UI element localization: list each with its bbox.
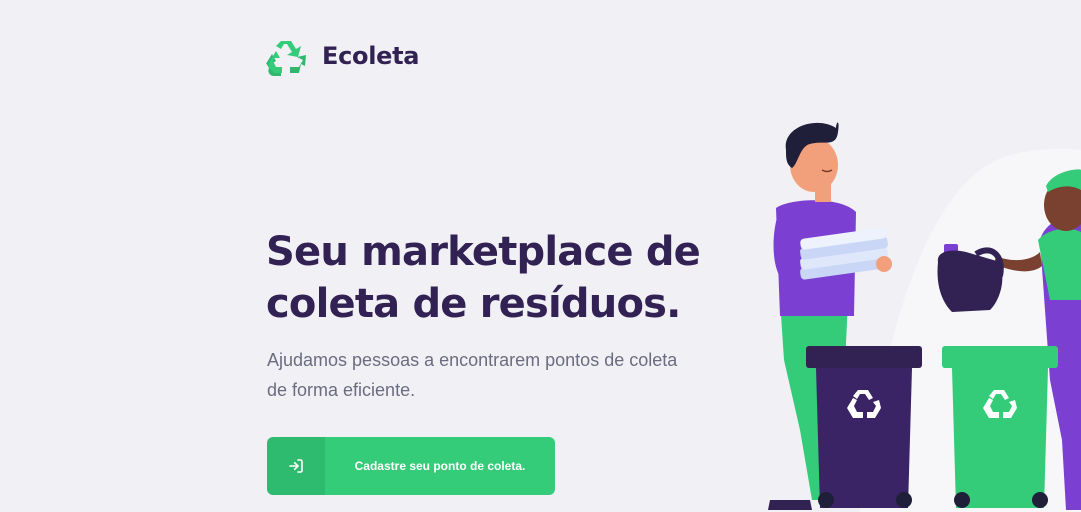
description-line-2: de forma eficiente. bbox=[267, 380, 416, 400]
title-line-1: Seu marketplace de bbox=[266, 229, 701, 275]
header: Ecoleta bbox=[266, 36, 419, 76]
register-collection-point-button[interactable]: Cadastre seu ponto de coleta. bbox=[267, 437, 555, 495]
recycling-people-illustration bbox=[768, 122, 1081, 510]
cta-label: Cadastre seu ponto de coleta. bbox=[354, 459, 526, 473]
title-line-2: coleta de resíduos. bbox=[266, 281, 681, 327]
brand-name: Ecoleta bbox=[322, 42, 420, 70]
log-in-icon bbox=[267, 437, 325, 495]
description-line-1: Ajudamos pessoas a encontrarem pontos de… bbox=[267, 350, 678, 370]
page-title: Seu marketplace de coleta de resíduos. bbox=[266, 226, 736, 330]
hero-description: Ajudamos pessoas a encontrarem pontos de… bbox=[267, 345, 727, 405]
recycle-icon bbox=[266, 41, 306, 76]
